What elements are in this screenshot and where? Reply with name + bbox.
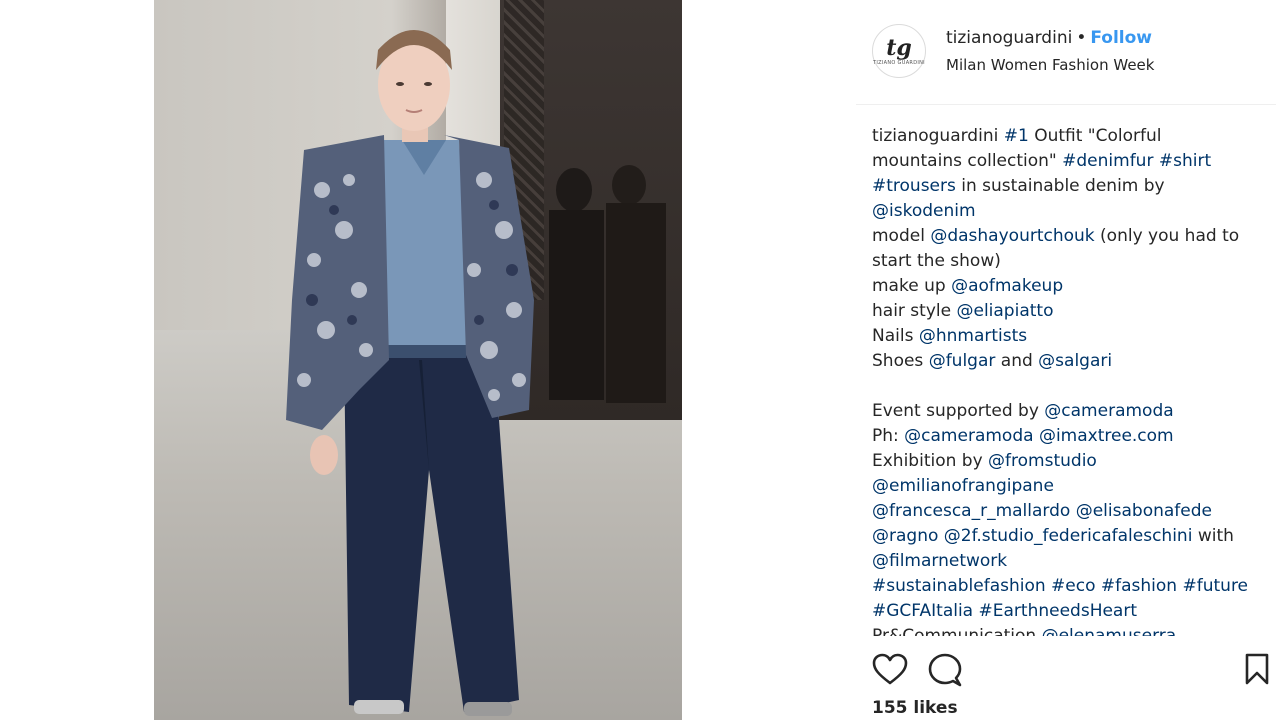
caption-line: Event supported by @cameramoda [872,399,1267,424]
caption-text: start the show) [872,251,1001,271]
likes-count[interactable]: 155 likes [872,698,958,718]
caption-text: Nails [872,326,919,346]
mention-link[interactable]: @emilianofrangipane [872,476,1054,496]
caption-text: Exhibition by [872,451,989,471]
mention-link[interactable]: @salgari [1038,351,1112,371]
hashtag-link[interactable]: #fashion [1101,576,1177,596]
mention-link[interactable]: @iskodenim [872,201,976,221]
caption-line: @iskodenim [872,199,1267,224]
caption-username[interactable]: tizianoguardini [872,126,998,146]
mention-link[interactable]: @fulgar [929,351,996,371]
mention-link[interactable]: @filmarnetwork [872,551,1007,571]
caption-line: @francesca_r_mallardo @elisabonafede [872,499,1267,524]
caption-text: hair style [872,301,957,321]
action-bar [872,652,1269,688]
caption-line: hair style @eliapiatto [872,299,1267,324]
caption-text: model [872,226,931,246]
hashtag-link[interactable]: #GCFAItalia [872,601,973,621]
mention-link[interactable]: @fromstudio [988,451,1097,471]
caption-line: Ph: @cameramoda @imaxtree.com [872,424,1267,449]
caption-line [872,374,1267,399]
caption-line: Nails @hnmartists [872,324,1267,349]
caption-line: mountains collection" #denimfur #shirt [872,149,1267,174]
post-sidebar: tg TIZIANO GUARDINI tizianoguardini • Foll… [856,0,1280,720]
header-username[interactable]: tizianoguardini [946,28,1072,48]
caption-text: in sustainable denim by [955,176,1165,196]
caption-line: @filmarnetwork [872,549,1267,574]
separator-dot: • [1076,28,1087,48]
caption-line: #GCFAItalia #EarthneedsHeart [872,599,1267,624]
caption-text: Pr&Communication [872,626,1042,636]
caption-text: Shoes [872,351,929,371]
hashtag-link[interactable]: #trousers [872,176,956,196]
caption-line: @emilianofrangipane [872,474,1267,499]
caption-text: with [1192,526,1234,546]
heart-icon[interactable] [872,652,908,688]
caption-text: mountains collection" [872,151,1063,171]
hashtag-link[interactable]: #EarthneedsHeart [979,601,1138,621]
post-caption: tizianoguardini #1 Outfit "Colorful mount… [872,124,1267,636]
mention-link[interactable]: @ragno [872,526,938,546]
hashtag-link[interactable]: #shirt [1159,151,1211,171]
hashtag-link[interactable]: #future [1183,576,1249,596]
location-link[interactable]: Milan Women Fashion Week [946,56,1154,74]
caption-text: Ph: [872,426,905,446]
caption-line: @ragno @2f.studio_federicafaleschini wit… [872,524,1267,549]
caption-text: Outfit "Colorful [1028,126,1162,146]
mention-link[interactable]: @eliapiatto [956,301,1053,321]
brand-logo-icon: tg [886,34,912,61]
caption-line: tizianoguardini #1 Outfit "Colorful [872,124,1267,149]
mention-link[interactable]: @elenamuserra [1042,626,1177,636]
hashtag-link[interactable]: #sustainablefashion [872,576,1046,596]
caption-text: make up [872,276,952,296]
follow-button[interactable]: Follow [1090,28,1152,48]
caption-line: #trousers in sustainable denim by [872,174,1267,199]
mention-link[interactable]: @elisabonafede [1076,501,1212,521]
avatar[interactable]: tg TIZIANO GUARDINI [872,24,926,78]
post-image[interactable] [154,0,682,720]
caption-line: start the show) [872,249,1267,274]
mention-link[interactable]: @imaxtree.com [1039,426,1174,446]
mention-link[interactable]: @aofmakeup [951,276,1063,296]
caption-text: and [995,351,1039,371]
runway-model-illustration [286,30,666,716]
caption-line: model @dashayourtchouk (only you had to [872,224,1267,249]
mention-link[interactable]: @2f.studio_federicafaleschini [944,526,1193,546]
mention-link[interactable]: @cameramoda [904,426,1033,446]
header-user-line: tizianoguardini • Follow [946,28,1152,48]
post-header: tg TIZIANO GUARDINI tizianoguardini • Foll… [856,0,1276,105]
caption-text: (only you had to [1094,226,1240,246]
comment-icon[interactable] [927,652,963,688]
hashtag-link[interactable]: #denimfur [1062,151,1153,171]
mention-link[interactable]: @francesca_r_mallardo [872,501,1070,521]
caption-line: Exhibition by @fromstudio [872,449,1267,474]
caption-line: Shoes @fulgar and @salgari [872,349,1267,374]
caption-line: make up @aofmakeup [872,274,1267,299]
hashtag-link[interactable]: #1 [1004,126,1029,146]
hashtag-link[interactable]: #eco [1051,576,1095,596]
mention-link[interactable]: @dashayourtchouk [930,226,1094,246]
caption-line: #sustainablefashion #eco #fashion #futur… [872,574,1267,599]
mention-link[interactable]: @cameramoda [1044,401,1173,421]
avatar-brand-text: TIZIANO GUARDINI [873,59,925,66]
mention-link[interactable]: @hnmartists [919,326,1027,346]
bookmark-icon[interactable] [1244,653,1270,685]
caption-line: Pr&Communication @elenamuserra [872,624,1267,636]
caption-text: Event supported by [872,401,1045,421]
